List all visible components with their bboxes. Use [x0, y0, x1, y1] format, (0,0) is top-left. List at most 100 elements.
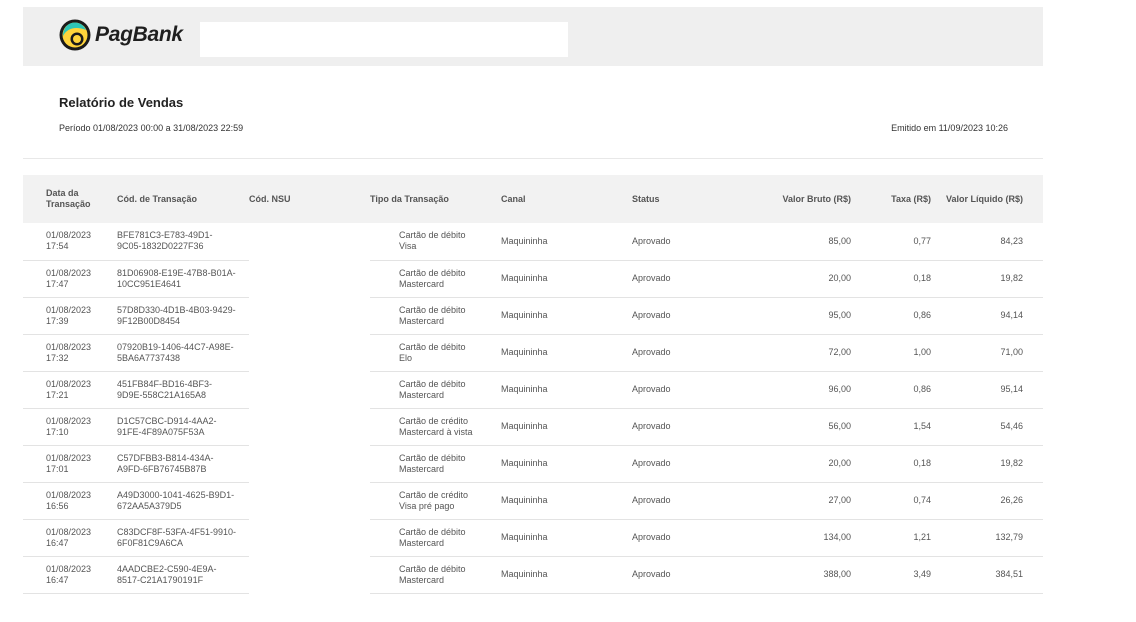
cell-transaction: 57D8D330-4D1B-4B03-9429-9F12B00D8454 [117, 297, 249, 335]
cell-fee: 1,54 [851, 408, 931, 446]
cell-type: Cartão de débito Mastercard [370, 297, 501, 335]
cell-fee: 0,77 [851, 223, 931, 261]
cell-status: Aprovado [632, 260, 732, 298]
table-row: 01/08/2023 17:32 07920B19-1406-44C7-A98E-… [23, 334, 1043, 372]
cell-transaction: A49D3000-1041-4625-B9D1-672AA5A379D5 [117, 482, 249, 520]
brand-name: PagBank [95, 23, 183, 46]
cell-nsu [249, 408, 370, 445]
table-row: 01/08/2023 17:21 451FB84F-BD16-4BF3-9D9E-… [23, 371, 1043, 409]
cell-nsu [249, 334, 370, 371]
col-header-date: Data da Transação [46, 188, 91, 209]
cell-type: Cartão de débito Visa [370, 223, 501, 261]
report-period: Período 01/08/2023 00:00 a 31/08/2023 22… [59, 123, 244, 133]
cell-gross: 56,00 [732, 408, 851, 446]
col-header-transaction: Cód. de Transação [117, 193, 198, 204]
cell-gross: 95,00 [732, 297, 851, 335]
cell-transaction: 451FB84F-BD16-4BF3-9D9E-558C21A165A8 [117, 371, 249, 409]
cell-net: 384,51 [931, 556, 1043, 594]
cell-nsu [249, 260, 370, 297]
col-header-fee: Taxa (R$) [891, 193, 931, 204]
cell-channel: Maquininha [501, 482, 632, 520]
table-row: 01/08/2023 16:56 A49D3000-1041-4625-B9D1-… [23, 482, 1043, 520]
cell-fee: 0,86 [851, 371, 931, 409]
pagbank-logo-icon [59, 19, 91, 51]
cell-nsu [249, 445, 370, 482]
table-body: 01/08/2023 17:54 BFE781C3-E783-49D1-9C05-… [23, 223, 1043, 594]
cell-fee: 0,18 [851, 445, 931, 483]
cell-net: 71,00 [931, 334, 1043, 372]
cell-fee: 0,74 [851, 482, 931, 520]
top-header: PagBank [23, 7, 1043, 66]
table-header-row: Data da Transação Cód. de Transação Cód.… [23, 175, 1043, 223]
table-row: 01/08/2023 17:54 BFE781C3-E783-49D1-9C05-… [23, 223, 1043, 261]
cell-net: 19,82 [931, 445, 1043, 483]
cell-gross: 85,00 [732, 223, 851, 261]
divider [23, 158, 1043, 159]
cell-net: 19,82 [931, 260, 1043, 298]
cell-nsu [249, 223, 370, 260]
cell-gross: 27,00 [732, 482, 851, 520]
cell-type: Cartão de débito Mastercard [370, 519, 501, 557]
cell-date: 01/08/2023 16:56 [23, 482, 117, 520]
cell-channel: Maquininha [501, 445, 632, 483]
cell-gross: 388,00 [732, 556, 851, 594]
cell-nsu [249, 519, 370, 556]
cell-status: Aprovado [632, 223, 732, 261]
report-title: Relatório de Vendas [59, 95, 184, 110]
table-row: 01/08/2023 16:47 4AADCBE2-C590-4E9A-8517-… [23, 556, 1043, 594]
cell-status: Aprovado [632, 519, 732, 557]
cell-type: Cartão de débito Mastercard [370, 260, 501, 298]
cell-status: Aprovado [632, 482, 732, 520]
cell-status: Aprovado [632, 297, 732, 335]
cell-date: 01/08/2023 17:39 [23, 297, 117, 335]
cell-net: 94,14 [931, 297, 1043, 335]
sales-table: Data da Transação Cód. de Transação Cód.… [23, 175, 1043, 594]
table-row: 01/08/2023 16:47 C83DCF8F-53FA-4F51-9910-… [23, 519, 1043, 557]
cell-fee: 3,49 [851, 556, 931, 594]
cell-channel: Maquininha [501, 223, 632, 261]
cell-net: 132,79 [931, 519, 1043, 557]
cell-nsu [249, 482, 370, 519]
cell-transaction: C83DCF8F-53FA-4F51-9910-6F0F81C9A6CA [117, 519, 249, 557]
col-header-type: Tipo da Transação [370, 193, 449, 204]
cell-date: 01/08/2023 16:47 [23, 556, 117, 594]
search-input[interactable] [200, 22, 568, 57]
cell-transaction: D1C57CBC-D914-4AA2-91FE-4F89A075F53A [117, 408, 249, 446]
report-issued-date: Emitido em 11/09/2023 10:26 [891, 123, 1008, 133]
table-row: 01/08/2023 17:47 81D06908-E19E-47B8-B01A-… [23, 260, 1043, 298]
cell-fee: 1,00 [851, 334, 931, 372]
cell-channel: Maquininha [501, 556, 632, 594]
cell-status: Aprovado [632, 556, 732, 594]
cell-channel: Maquininha [501, 297, 632, 335]
cell-gross: 134,00 [732, 519, 851, 557]
cell-type: Cartão de débito Mastercard [370, 371, 501, 409]
cell-gross: 20,00 [732, 445, 851, 483]
cell-nsu [249, 297, 370, 334]
table-row: 01/08/2023 17:01 C57DFBB3-B814-434A-A9FD-… [23, 445, 1043, 483]
cell-transaction: 07920B19-1406-44C7-A98E-5BA6A7737438 [117, 334, 249, 372]
cell-transaction: 81D06908-E19E-47B8-B01A-10CC951E4641 [117, 260, 249, 298]
cell-channel: Maquininha [501, 334, 632, 372]
cell-status: Aprovado [632, 371, 732, 409]
cell-status: Aprovado [632, 408, 732, 446]
cell-fee: 1,21 [851, 519, 931, 557]
cell-date: 01/08/2023 17:47 [23, 260, 117, 298]
cell-date: 01/08/2023 16:47 [23, 519, 117, 557]
cell-date: 01/08/2023 17:21 [23, 371, 117, 409]
cell-transaction: C57DFBB3-B814-434A-A9FD-6FB76745B87B [117, 445, 249, 483]
table-row: 01/08/2023 17:39 57D8D330-4D1B-4B03-9429-… [23, 297, 1043, 335]
cell-channel: Maquininha [501, 519, 632, 557]
cell-transaction: 4AADCBE2-C590-4E9A-8517-C21A1790191F [117, 556, 249, 594]
cell-gross: 96,00 [732, 371, 851, 409]
sales-table-container: Data da Transação Cód. de Transação Cód.… [23, 175, 1043, 594]
cell-channel: Maquininha [501, 408, 632, 446]
cell-type: Cartão de débito Mastercard [370, 556, 501, 594]
cell-gross: 20,00 [732, 260, 851, 298]
cell-nsu [249, 371, 370, 408]
col-header-gross: Valor Bruto (R$) [782, 193, 851, 204]
cell-type: Cartão de crédito Mastercard à vista [370, 408, 501, 446]
cell-net: 95,14 [931, 371, 1043, 409]
pagbank-logo[interactable]: PagBank [58, 18, 183, 52]
cell-date: 01/08/2023 17:32 [23, 334, 117, 372]
cell-net: 26,26 [931, 482, 1043, 520]
